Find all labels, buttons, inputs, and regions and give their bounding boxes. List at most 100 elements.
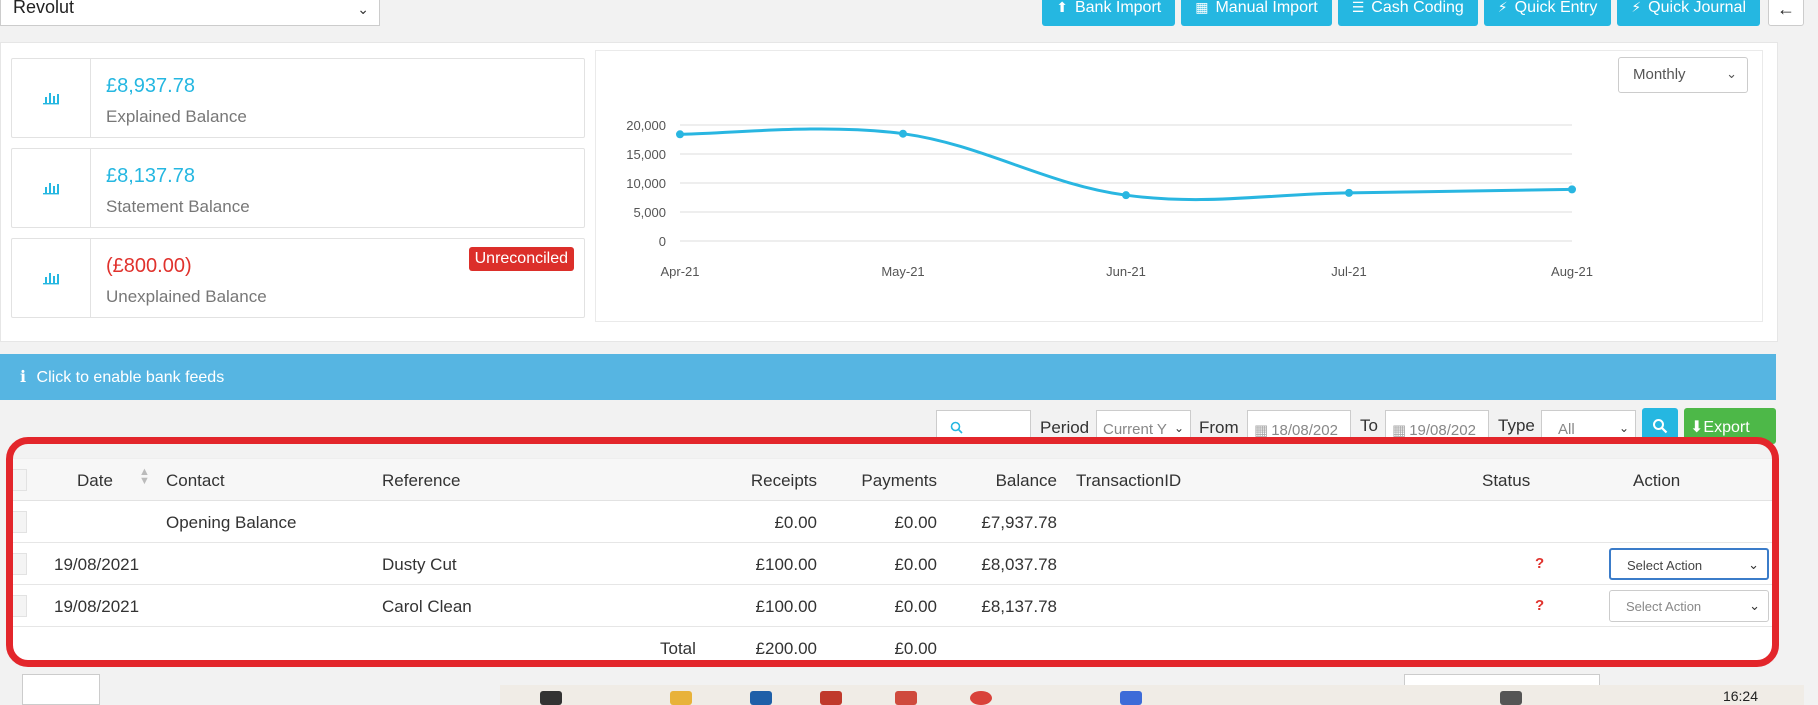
y-tick-label: 10,000 [626, 176, 666, 191]
to-date-input[interactable]: ▦ 19/08/202 [1385, 410, 1489, 444]
data-point [1568, 185, 1576, 194]
account-select[interactable]: Revolut ⌄ [0, 0, 380, 26]
to-date-value: 19/08/202 [1409, 422, 1476, 439]
table-icon: ▦ [1195, 0, 1209, 15]
row-checkbox[interactable] [13, 553, 27, 575]
x-tick-label: Jul-21 [1331, 264, 1366, 279]
browser-taskbar-icon[interactable] [970, 691, 992, 705]
col-contact: Contact [166, 471, 225, 490]
col-status: Status [1482, 471, 1531, 490]
download-icon: ⬇ [1690, 419, 1704, 436]
row-receipts: £100.00 [755, 597, 817, 616]
bank-import-button[interactable]: ⬆ Bank Import [1042, 0, 1176, 26]
statement-balance-label: Statement Balance [106, 197, 250, 216]
period-frequency-value: Monthly [1633, 66, 1686, 83]
chevron-down-icon: ⌄ [357, 1, 369, 17]
app-taskbar-icon[interactable] [750, 691, 772, 705]
bolt-icon: ⚡ [1631, 0, 1642, 15]
summary-panel: £8,937.78 Explained Balance £8,137.78 St… [0, 42, 1778, 342]
row-date: 19/08/2021 [54, 597, 140, 616]
period-frequency-select[interactable]: Monthly ⌄ [1618, 57, 1748, 93]
export-button[interactable]: ⬇Export [1684, 408, 1776, 444]
opening-balance-label: Opening Balance [166, 513, 297, 532]
quick-journal-button[interactable]: ⚡ Quick Journal [1617, 0, 1760, 26]
table-header-row: Date ▲ ▼ Contact Reference Receipts Payme… [13, 459, 1773, 501]
enable-bank-feeds-bar[interactable]: ℹ Click to enable bank feeds [0, 354, 1776, 400]
x-tick-label: Jun-21 [1106, 264, 1146, 279]
top-bar: Revolut ⌄ ⬆ Bank Import ▦ Manual Import ☰ C… [0, 0, 1818, 42]
type-select[interactable]: All ⌄ [1541, 410, 1636, 444]
chevron-down-icon: ⌄ [1749, 598, 1760, 613]
y-tick-label: 20,000 [626, 118, 666, 133]
bar-chart-icon [12, 149, 91, 227]
tray-icon[interactable] [1120, 691, 1142, 705]
quick-entry-label: Quick Entry [1514, 0, 1598, 16]
status-unknown-icon[interactable]: ? [1535, 555, 1544, 572]
search-input[interactable] [936, 410, 1031, 444]
bar-chart-icon [12, 59, 91, 137]
manual-import-label: Manual Import [1215, 0, 1318, 16]
row-balance: £8,137.78 [981, 597, 1057, 616]
total-payments: £0.00 [894, 639, 937, 658]
period-label: Period [1040, 418, 1090, 437]
table-row: 19/08/2021 Carol Clean £100.00 £0.00 £8,… [13, 585, 1773, 627]
status-unknown-icon[interactable]: ? [1535, 597, 1544, 614]
select-action-dropdown[interactable]: Select Action ⌄ [1609, 590, 1769, 622]
x-tick-label: Aug-21 [1551, 264, 1593, 279]
folder-taskbar-icon[interactable] [670, 691, 692, 705]
row-date: 19/08/2021 [54, 555, 140, 574]
select-action-dropdown[interactable]: Select Action ⌄ [1609, 548, 1769, 580]
total-row: Total £200.00 £0.00 [13, 627, 1773, 669]
chevron-down-icon: ⌄ [1173, 421, 1184, 435]
tray-icon[interactable] [1500, 691, 1522, 705]
search-button[interactable] [1642, 408, 1678, 444]
cash-coding-button[interactable]: ☰ Cash Coding [1337, 0, 1478, 26]
chevron-down-icon: ⌄ [1748, 557, 1759, 572]
search-taskbar-icon[interactable] [540, 691, 562, 705]
from-date-value: 18/08/202 [1271, 422, 1338, 439]
period-select[interactable]: Current Y ⌄ [1096, 410, 1191, 444]
sort-icon[interactable]: ▲ ▼ [139, 467, 150, 487]
transactions-table: Date ▲ ▼ Contact Reference Receipts Payme… [12, 458, 1774, 662]
search-icon [950, 421, 963, 434]
office-taskbar-icon[interactable] [820, 691, 842, 705]
row-checkbox[interactable] [13, 511, 27, 533]
info-icon: ℹ [20, 369, 27, 386]
col-reference: Reference [382, 471, 461, 490]
row-reference: Carol Clean [382, 597, 472, 616]
page-size-select[interactable] [22, 674, 100, 705]
to-label: To [1360, 416, 1378, 435]
os-taskbar [500, 685, 1818, 705]
col-date[interactable]: Date [77, 471, 113, 491]
opening-balance: £7,937.78 [981, 513, 1057, 532]
table-row: 19/08/2021 Dusty Cut £100.00 £0.00 £8,03… [13, 543, 1773, 585]
list-icon: ☰ [1351, 0, 1365, 15]
chevron-down-icon: ⌄ [1618, 421, 1629, 435]
back-button[interactable]: ← [1768, 0, 1804, 26]
account-select-value: Revolut [13, 0, 75, 17]
filter-row: Period Current Y ⌄ From ▦ 18/08/202 To ▦ 1… [0, 408, 1780, 444]
line-chart-svg: 20,000 15,000 10,000 5,000 0 Apr-21 May-21 Jun-… [626, 118, 1593, 279]
explained-balance-amount: £8,937.78 [106, 75, 195, 97]
from-label: From [1199, 418, 1239, 437]
row-reference: Dusty Cut [382, 555, 457, 574]
cash-coding-label: Cash Coding [1371, 0, 1464, 16]
explained-balance-card: £8,937.78 Explained Balance [11, 58, 585, 138]
y-tick-label: 5,000 [633, 205, 666, 220]
from-date-input[interactable]: ▦ 18/08/202 [1247, 410, 1351, 444]
col-payments: Payments [861, 471, 937, 490]
select-action-value: Select Action [1627, 558, 1703, 573]
export-label: Export [1703, 419, 1750, 436]
data-point [1122, 191, 1130, 200]
select-all-checkbox[interactable] [13, 469, 27, 491]
quick-entry-button[interactable]: ⚡ Quick Entry [1483, 0, 1612, 26]
col-receipts: Receipts [750, 471, 817, 490]
row-checkbox[interactable] [13, 595, 27, 617]
quick-journal-label: Quick Journal [1648, 0, 1746, 16]
vertical-scrollbar[interactable] [1804, 0, 1818, 705]
type-label: Type [1498, 416, 1535, 435]
manual-import-button[interactable]: ▦ Manual Import [1181, 0, 1332, 26]
pdf-taskbar-icon[interactable] [895, 691, 917, 705]
chevron-down-icon: ⌄ [1726, 66, 1737, 81]
data-point [899, 129, 907, 138]
